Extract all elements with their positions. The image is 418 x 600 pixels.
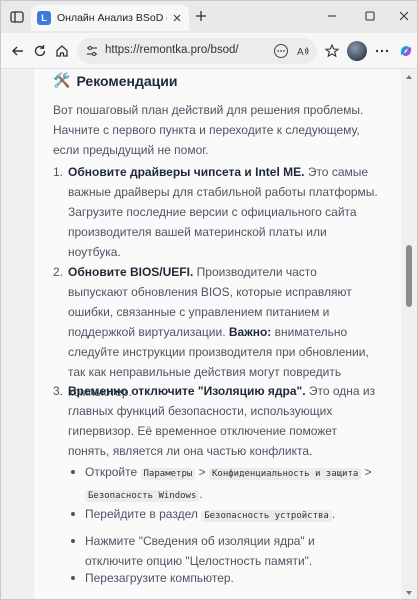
scroll-up-icon[interactable]: [405, 73, 413, 81]
url-text: https://remontka.pro/bsod/: [105, 44, 239, 56]
code-device-security: Безопасность устройства: [201, 510, 332, 522]
bullet-end: .: [199, 487, 203, 501]
tab-strip: L Онлайн Анализ BSoD от remontka: [1, 1, 417, 33]
tab-active[interactable]: L Онлайн Анализ BSoD от remontka: [31, 5, 189, 31]
favorites-button[interactable]: [323, 42, 341, 60]
page-viewport: 🛠️ Рекомендации Вот пошаговый план дейст…: [1, 69, 417, 599]
bullet-dot: [71, 539, 75, 543]
section-title: Рекомендации: [76, 72, 178, 89]
bullet-dot: [71, 470, 75, 474]
close-window-button[interactable]: [395, 7, 413, 25]
step-number: 1.: [53, 165, 64, 179]
tab-overview-icon[interactable]: [9, 9, 25, 25]
browser-window: L Онлайн Анализ BSoD от remontka: [0, 0, 418, 600]
intro-paragraph: Вот пошаговый план действий для решения …: [53, 103, 364, 157]
step-bold: Временно отключите "Изоляцию ядра".: [68, 384, 306, 398]
site-favicon-icon: L: [37, 11, 51, 25]
code-settings: Параметры: [140, 468, 196, 480]
bullet-end: .: [331, 507, 336, 521]
step-description: Это самые важные драйверы для стабильной…: [68, 165, 378, 259]
reload-button[interactable]: [31, 42, 49, 60]
new-tab-icon[interactable]: [194, 9, 208, 23]
bullet-text: Перезагрузите компьютер.: [85, 571, 234, 585]
step-number: 3.: [53, 384, 64, 398]
section-heading: 🛠️ Рекомендации: [53, 72, 178, 89]
profile-avatar[interactable]: [347, 41, 367, 61]
step-number: 2.: [53, 265, 64, 279]
step-important-label: Важно:: [228, 325, 272, 339]
back-arrow-icon: [12, 46, 23, 56]
scroll-down-icon[interactable]: [405, 589, 413, 597]
close-tab-icon[interactable]: [171, 12, 183, 24]
more-options-icon[interactable]: [273, 43, 289, 59]
reload-icon: [34, 45, 46, 57]
path-separator: >: [364, 465, 372, 479]
step-text: Временно отключите "Изоляцию ядра". Это …: [68, 381, 378, 461]
settings-menu-button[interactable]: [373, 42, 391, 60]
step-text: Обновите драйверы чипсета и Intel ME. Эт…: [68, 162, 378, 262]
maximize-button[interactable]: [361, 7, 379, 25]
path-separator: >: [198, 465, 206, 479]
tools-icon: 🛠️: [53, 72, 71, 88]
tab-title: Онлайн Анализ BSoD от remontka: [57, 12, 167, 24]
site-info-icon[interactable]: [85, 44, 99, 58]
bullet-text: Откройте Параметры > Конфиденциальность …: [85, 462, 375, 506]
edge-copilot-button[interactable]: [397, 42, 415, 60]
bullet-dot: [71, 512, 75, 516]
close-window-icon: [399, 11, 409, 21]
browser-toolbar: https://remontka.pro/bsod/ A: [1, 33, 417, 69]
address-bar[interactable]: https://remontka.pro/bsod/ A: [77, 38, 317, 64]
minimize-button[interactable]: [323, 7, 341, 25]
maximize-icon: [365, 11, 375, 21]
home-icon: [56, 45, 68, 57]
bullet-text: Нажмите "Сведения об изоляции ядра" и от…: [85, 534, 315, 568]
bullet-text: Перейдите в раздел Безопасность устройст…: [85, 504, 375, 526]
more-menu-icon: [375, 49, 389, 53]
step-bold: Обновите драйверы чипсета и Intel ME.: [68, 165, 305, 179]
scrollbar-thumb[interactable]: [406, 245, 412, 307]
bullet-dot: [71, 576, 75, 580]
copilot-icon: [400, 46, 412, 56]
home-button[interactable]: [53, 42, 71, 60]
star-add-icon: [324, 43, 340, 58]
svg-text:A: A: [297, 47, 304, 58]
minimize-icon: [328, 15, 336, 17]
bullet-prefix: Откройте: [85, 465, 138, 479]
code-windows-security: Безопасность Windows: [85, 490, 200, 502]
code-privacy-security: Конфиденциальность и защита: [209, 468, 362, 480]
bullet-prefix: Перейдите в раздел: [85, 507, 198, 521]
back-button[interactable]: [9, 42, 27, 60]
step-bold: Обновите BIOS/UEFI.: [68, 265, 194, 279]
read-aloud-icon[interactable]: A: [295, 43, 311, 59]
